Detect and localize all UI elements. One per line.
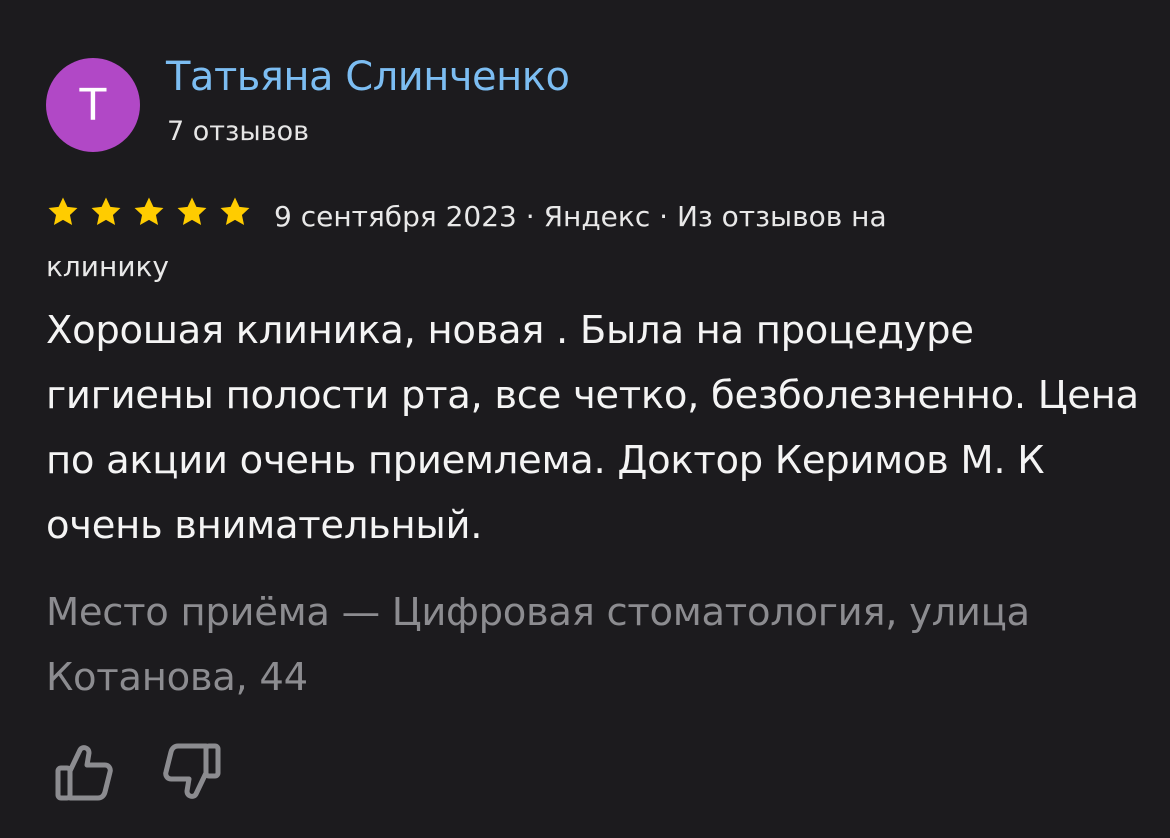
dislike-button[interactable] <box>158 738 226 806</box>
star-icon <box>134 197 164 226</box>
review-text: Хорошая клиника, новая . Была на процеду… <box>46 308 1139 548</box>
rating-stars <box>46 195 252 229</box>
review-meta: 9 сентября 2023 · Яндекс · Из отзывов на… <box>46 192 1006 292</box>
star-icon <box>220 197 250 226</box>
author-name[interactable]: Татьяна Слинченко <box>166 54 570 100</box>
meta-separator: · <box>659 200 669 233</box>
review-place: Место приёма — Цифровая стоматология, ул… <box>46 590 1030 700</box>
meta-separator: · <box>525 200 535 233</box>
avatar-letter: Т <box>79 79 107 131</box>
author-reviews-count: 7 отзывов <box>167 116 310 147</box>
review-card: Т Татьяна Слинченко 7 отзывов 9 сентября… <box>0 0 1170 838</box>
review-date: 9 сентября 2023 <box>274 200 517 233</box>
like-button[interactable] <box>50 738 118 806</box>
thumbs-down-icon <box>163 743 221 799</box>
thumbs-up-icon <box>55 745 113 801</box>
avatar[interactable]: Т <box>46 58 140 152</box>
review-reactions <box>50 738 226 806</box>
star-icon <box>48 197 78 226</box>
star-icon <box>91 197 121 226</box>
review-source: Яндекс <box>543 200 651 233</box>
star-icon <box>177 197 207 226</box>
